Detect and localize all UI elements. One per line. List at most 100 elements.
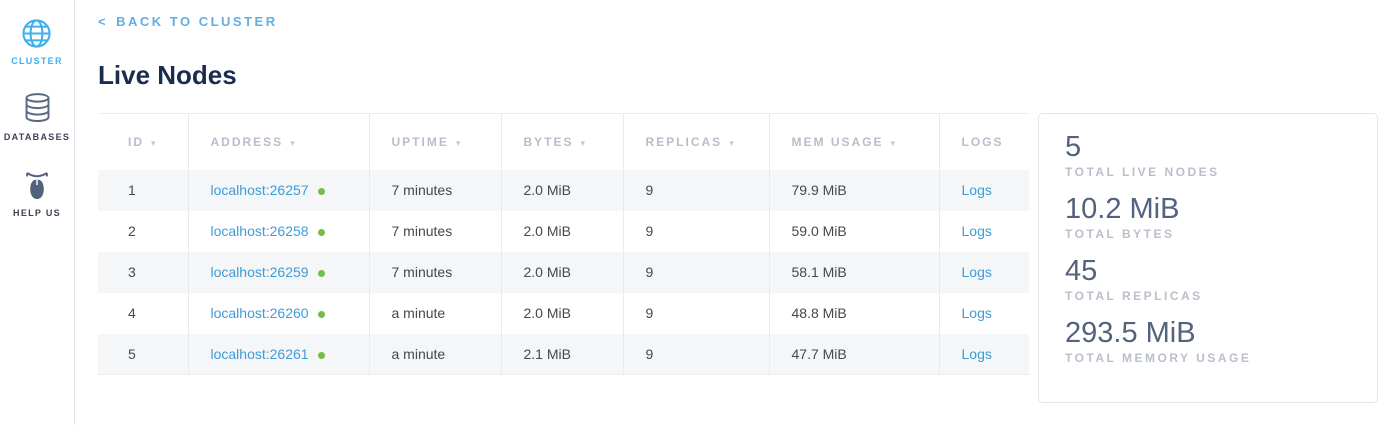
node-logs-link[interactable]: Logs — [962, 264, 992, 280]
table-row: 2 localhost:26258 7 minutes 2.0 MiB 9 59… — [98, 211, 1029, 252]
stat-label: TOTAL MEMORY USAGE — [1065, 351, 1353, 365]
back-link-label: BACK TO CLUSTER — [116, 14, 277, 29]
node-id: 2 — [98, 211, 188, 252]
column-header-uptime[interactable]: UPTIME▾ — [369, 114, 501, 170]
node-logs-cell: Logs — [939, 293, 1029, 334]
node-address-cell: localhost:26257 — [188, 170, 369, 211]
stat-label: TOTAL REPLICAS — [1065, 289, 1353, 303]
node-logs-link[interactable]: Logs — [962, 223, 992, 239]
sidebar-item-label: HELP US — [13, 208, 61, 218]
content-row: ID▾ ADDRESS▾ UPTIME▾ BYTES▾ REPLICAS▾ ME… — [98, 113, 1385, 403]
node-replicas: 9 — [623, 293, 769, 334]
sidebar: CLUSTER DATABASES — [0, 0, 75, 425]
sort-arrow-icon: ▾ — [290, 138, 297, 148]
node-address-link[interactable]: localhost:26259 — [211, 264, 309, 280]
sidebar-item-label: DATABASES — [4, 132, 70, 142]
node-logs-cell: Logs — [939, 211, 1029, 252]
node-uptime: 7 minutes — [369, 170, 501, 211]
node-live-status-icon — [318, 229, 325, 236]
bug-icon — [22, 168, 52, 202]
node-replicas: 9 — [623, 170, 769, 211]
node-id: 3 — [98, 252, 188, 293]
node-id: 1 — [98, 170, 188, 211]
sort-arrow-icon: ▾ — [729, 138, 736, 148]
node-live-status-icon — [318, 270, 325, 277]
node-uptime: 7 minutes — [369, 252, 501, 293]
sidebar-item-cluster[interactable]: CLUSTER — [11, 16, 63, 66]
node-logs-link[interactable]: Logs — [962, 305, 992, 321]
node-mem-usage: 59.0 MiB — [769, 211, 939, 252]
node-address-cell: localhost:26261 — [188, 334, 369, 375]
node-logs-link[interactable]: Logs — [962, 346, 992, 362]
stat-value: 293.5 MiB — [1065, 316, 1353, 350]
column-header-logs: LOGS — [939, 114, 1029, 170]
node-live-status-icon — [318, 352, 325, 359]
node-address-link[interactable]: localhost:26260 — [211, 305, 309, 321]
column-header-mem-usage[interactable]: MEM USAGE▾ — [769, 114, 939, 170]
node-bytes: 2.0 MiB — [501, 170, 623, 211]
summary-stat-total-bytes: 10.2 MiB TOTAL BYTES — [1065, 192, 1353, 241]
sort-arrow-icon: ▾ — [581, 138, 588, 148]
summary-stat-total-memory-usage: 293.5 MiB TOTAL MEMORY USAGE — [1065, 316, 1353, 365]
node-live-status-icon — [318, 188, 325, 195]
cluster-summary-panel: 5 TOTAL LIVE NODES 10.2 MiB TOTAL BYTES … — [1038, 113, 1378, 403]
node-bytes: 2.0 MiB — [501, 211, 623, 252]
column-header-replicas[interactable]: REPLICAS▾ — [623, 114, 769, 170]
node-mem-usage: 79.9 MiB — [769, 170, 939, 211]
node-mem-usage: 48.8 MiB — [769, 293, 939, 334]
node-bytes: 2.0 MiB — [501, 252, 623, 293]
live-nodes-table: ID▾ ADDRESS▾ UPTIME▾ BYTES▾ REPLICAS▾ ME… — [98, 113, 1029, 375]
node-address-link[interactable]: localhost:26257 — [211, 182, 309, 198]
node-id: 4 — [98, 293, 188, 334]
node-mem-usage: 47.7 MiB — [769, 334, 939, 375]
live-nodes-page: CLUSTER DATABASES — [0, 0, 1385, 425]
sort-arrow-icon: ▾ — [456, 138, 463, 148]
table-row: 3 localhost:26259 7 minutes 2.0 MiB 9 58… — [98, 252, 1029, 293]
node-id: 5 — [98, 334, 188, 375]
node-uptime: 7 minutes — [369, 211, 501, 252]
sidebar-item-databases[interactable]: DATABASES — [4, 92, 70, 142]
node-logs-cell: Logs — [939, 334, 1029, 375]
node-bytes: 2.1 MiB — [501, 334, 623, 375]
node-replicas: 9 — [623, 334, 769, 375]
node-uptime: a minute — [369, 334, 501, 375]
table-row: 1 localhost:26257 7 minutes 2.0 MiB 9 79… — [98, 170, 1029, 211]
node-logs-cell: Logs — [939, 170, 1029, 211]
node-address-link[interactable]: localhost:26258 — [211, 223, 309, 239]
sidebar-item-label: CLUSTER — [11, 56, 63, 66]
node-address-link[interactable]: localhost:26261 — [211, 346, 309, 362]
sort-arrow-icon: ▾ — [151, 138, 158, 148]
databases-icon — [22, 92, 53, 126]
sort-arrow-icon: ▾ — [891, 138, 898, 148]
node-address-cell: localhost:26258 — [188, 211, 369, 252]
node-logs-cell: Logs — [939, 252, 1029, 293]
stat-value: 10.2 MiB — [1065, 192, 1353, 226]
back-to-cluster-link[interactable]: < BACK TO CLUSTER — [98, 14, 278, 29]
column-header-id[interactable]: ID▾ — [98, 114, 188, 170]
table-header-row: ID▾ ADDRESS▾ UPTIME▾ BYTES▾ REPLICAS▾ ME… — [98, 114, 1029, 170]
node-live-status-icon — [318, 311, 325, 318]
stat-label: TOTAL BYTES — [1065, 227, 1353, 241]
stat-value: 5 — [1065, 130, 1353, 164]
table-row: 4 localhost:26260 a minute 2.0 MiB 9 48.… — [98, 293, 1029, 334]
node-logs-link[interactable]: Logs — [962, 182, 992, 198]
back-chevron-icon: < — [98, 14, 108, 29]
summary-stat-total-live-nodes: 5 TOTAL LIVE NODES — [1065, 130, 1353, 179]
node-uptime: a minute — [369, 293, 501, 334]
page-title: Live Nodes — [98, 60, 1385, 91]
globe-icon — [20, 16, 53, 50]
stat-value: 45 — [1065, 254, 1353, 288]
node-address-cell: localhost:26259 — [188, 252, 369, 293]
node-replicas: 9 — [623, 252, 769, 293]
node-mem-usage: 58.1 MiB — [769, 252, 939, 293]
main-content: < BACK TO CLUSTER Live Nodes ID▾ ADDRESS▾… — [75, 0, 1385, 425]
table-row: 5 localhost:26261 a minute 2.1 MiB 9 47.… — [98, 334, 1029, 375]
node-address-cell: localhost:26260 — [188, 293, 369, 334]
column-header-address[interactable]: ADDRESS▾ — [188, 114, 369, 170]
column-header-bytes[interactable]: BYTES▾ — [501, 114, 623, 170]
node-bytes: 2.0 MiB — [501, 293, 623, 334]
stat-label: TOTAL LIVE NODES — [1065, 165, 1353, 179]
node-replicas: 9 — [623, 211, 769, 252]
sidebar-item-help-us[interactable]: HELP US — [13, 168, 61, 218]
summary-stat-total-replicas: 45 TOTAL REPLICAS — [1065, 254, 1353, 303]
